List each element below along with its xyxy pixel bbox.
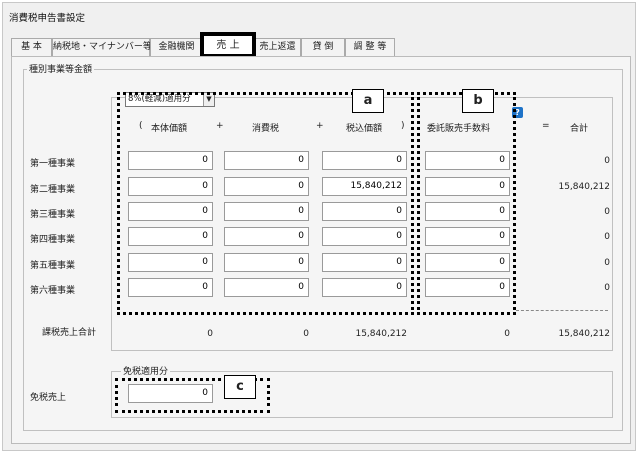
annotation-box-a xyxy=(117,92,414,315)
settings-window: 消費税申告書設定 基 本 納税地・マイナンバー等 金融機関 売上返還 貸 倒 調… xyxy=(2,2,636,451)
callout-b: b xyxy=(462,89,494,113)
row-total: 0 xyxy=(604,232,610,242)
row-label: 第六種事業 xyxy=(30,286,76,296)
tab-basic[interactable]: 基 本 xyxy=(11,38,52,56)
summary-tax: 0 xyxy=(303,329,309,339)
tab-bad-debt[interactable]: 貸 倒 xyxy=(301,38,345,56)
sales-panel: 種別事業等金額 8%(軽減)適用分 ▼ ( 本体価額 + 消費税 + 税込価額 … xyxy=(11,56,631,444)
header-equals: = xyxy=(542,121,550,131)
tab-sales-return[interactable]: 売上返還 xyxy=(254,38,301,56)
exempt-sales-label: 免税売上 xyxy=(30,393,67,403)
summary-commission: 0 xyxy=(504,329,510,339)
row-label: 第二種事業 xyxy=(30,185,76,195)
summary-base: 0 xyxy=(207,329,213,339)
annotation-box-b xyxy=(417,92,516,315)
separator-line xyxy=(516,310,608,311)
row-total: 0 xyxy=(604,156,610,166)
row-total: 0 xyxy=(604,283,610,293)
tab-adjustments[interactable]: 調 整 等 xyxy=(345,38,395,56)
tab-financial-institution[interactable]: 金融機関 xyxy=(150,38,203,56)
tab-address-mynumber[interactable]: 納税地・マイナンバー等 xyxy=(52,38,152,56)
row-total: 0 xyxy=(604,258,610,268)
row-label: 第五種事業 xyxy=(30,261,76,271)
row-label: 第四種事業 xyxy=(30,235,76,245)
header-total: 合計 xyxy=(570,124,589,134)
window-title: 消費税申告書設定 xyxy=(9,13,86,24)
row-label: 第三種事業 xyxy=(30,210,76,220)
exempt-title: 免税適用分 xyxy=(121,364,171,377)
callout-c: c xyxy=(224,375,256,399)
row-label: 第一種事業 xyxy=(30,159,76,169)
summary-incl: 15,840,212 xyxy=(355,329,407,339)
business-amounts-title: 種別事業等金額 xyxy=(27,62,95,75)
summary-total: 15,840,212 xyxy=(558,329,610,339)
row-total: 0 xyxy=(604,207,610,217)
tab-sales[interactable]: 売 上 xyxy=(200,32,256,58)
row-total: 15,840,212 xyxy=(558,182,610,192)
callout-a: a xyxy=(352,89,384,113)
summary-label: 課税売上合計 xyxy=(42,328,97,338)
